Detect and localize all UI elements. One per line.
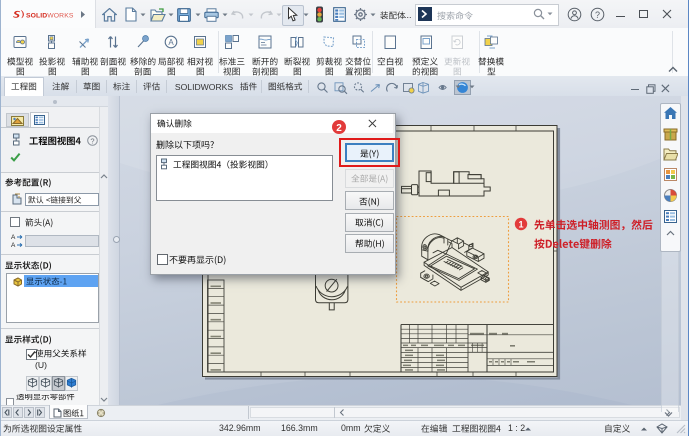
svg-text:2: 2 [336,123,342,134]
svg-text:A: A [11,242,16,248]
svg-text:1: 1 [518,219,523,229]
svg-text:?: ? [90,137,94,146]
svg-text:A: A [11,234,16,241]
